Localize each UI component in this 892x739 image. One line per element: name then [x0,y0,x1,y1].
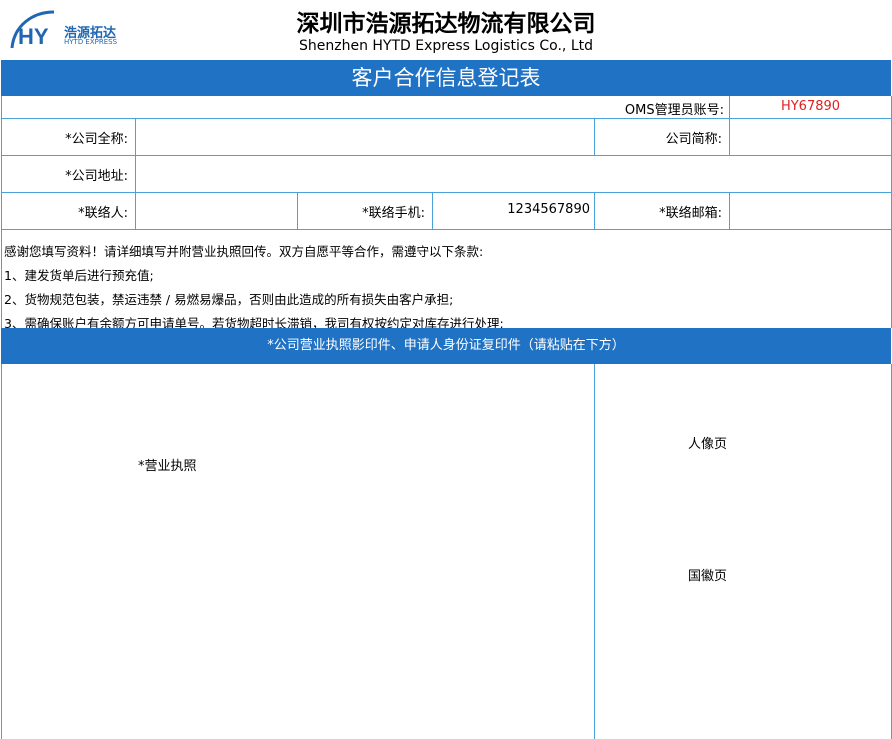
terms-intro: 感谢您填写资料！请详细填写并附营业执照回传。双方自愿平等合作，需遵守以下条款: [4,244,484,259]
id-card-portrait-paste-area[interactable]: 人像页 [688,433,727,452]
company-name-chinese: 深圳市浩源拓达物流有限公司 [296,11,596,37]
terms-notes: 感谢您填写资料！请详细填写并附营业执照回传。双方自愿平等合作，需遵守以下条款: … [4,240,504,336]
contact-mobile-field[interactable]: 1234567890 [433,202,590,217]
business-license-paste-area[interactable]: *营业执照 [138,455,197,474]
company-name-english: Shenzhen HYTD Express Logistics Co., Ltd [298,38,593,54]
contact-email-label: *联络邮箱: [659,206,722,221]
company-short-name-label: 公司简称: [665,132,722,147]
id-card-emblem-paste-area[interactable]: 国徽页 [688,565,727,584]
attachments-banner: *公司营业执照影印件、申请人身份证复印件（请粘贴在下方） [1,328,891,364]
grid-line [1,229,891,230]
grid-line [594,364,595,739]
company-full-name-label: *公司全称: [65,132,128,147]
oms-account-label: OMS管理员账号: [624,103,724,118]
form-title-banner: 客户合作信息登记表 [1,60,891,96]
terms-item: 1、建发货单后进行预充值; [4,268,154,283]
oms-account-value[interactable]: HY67890 [730,99,891,114]
grid-line [135,118,136,229]
grid-line [729,192,730,229]
contact-person-label: *联络人: [78,206,128,221]
grid-line [1,364,2,739]
contact-mobile-label: *联络手机: [362,206,425,221]
company-address-label: *公司地址: [65,169,128,184]
terms-item: 2、货物规范包装，禁运违禁 / 易燃易爆品，否则由此造成的所有损失由客户承担; [4,292,454,307]
